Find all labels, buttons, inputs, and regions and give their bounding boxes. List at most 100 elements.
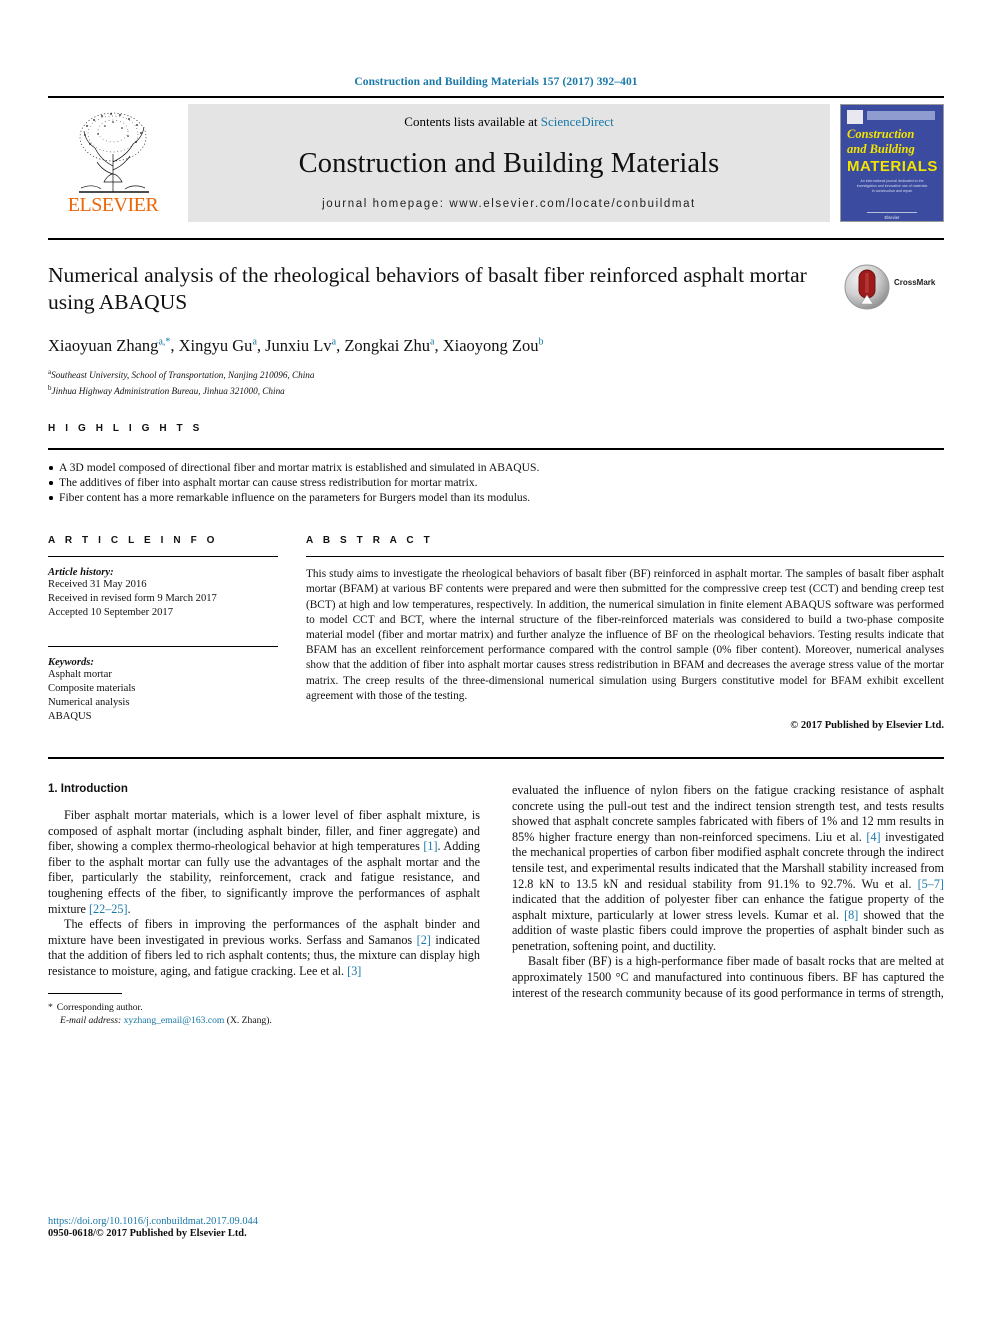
article-info-divider <box>48 556 278 558</box>
email-suffix: (X. Zhang). <box>226 1015 272 1027</box>
journal-cover-thumbnail: Construction and Building MATERIALS An i… <box>840 104 944 222</box>
journal-title: Construction and Building Materials <box>298 148 720 179</box>
highlight-item: A 3D model composed of directional fiber… <box>48 460 944 475</box>
article-history-list: Received 31 May 2016 Received in revised … <box>48 578 278 620</box>
footnote-block: * Corresponding author. E-mail address: x… <box>48 993 480 1027</box>
elsevier-wordmark: ELSEVIER <box>67 194 159 216</box>
journal-banner: ELSEVIER Contents lists available at Sci… <box>48 96 944 228</box>
citation-link[interactable]: [4] <box>866 830 880 844</box>
author-affiliation-mark: a <box>430 336 435 348</box>
affiliation-mark: a <box>48 368 52 376</box>
crossmark-icon <box>844 264 890 310</box>
doi-link[interactable]: https://doi.org/10.1016/j.conbuildmat.20… <box>48 1216 258 1227</box>
page-title: Numerical analysis of the rheological be… <box>48 263 807 314</box>
footnote-star: * <box>48 1002 53 1014</box>
crossmark-label: CrossMark <box>894 278 936 287</box>
section-heading-introduction: 1. Introduction <box>48 782 128 795</box>
article-history-item: Accepted 10 September 2017 <box>48 607 174 619</box>
citation-link[interactable]: [2] <box>417 933 431 947</box>
keywords-divider <box>48 646 278 648</box>
running-head: Construction and Building Materials 157 … <box>354 76 638 88</box>
keyword-item: Numerical analysis <box>48 697 130 709</box>
author-name[interactable]: Xiaoyuan Zhang <box>48 336 158 355</box>
article-info-label: A R T I C L E I N F O <box>48 535 219 547</box>
article-history-label: Article history: <box>48 567 114 579</box>
journal-homepage-link[interactable]: journal homepage: www.elsevier.com/locat… <box>322 198 696 210</box>
citation-link[interactable]: [1] <box>423 839 437 853</box>
abstract-copyright: © 2017 Published by Elsevier Ltd. <box>790 719 944 731</box>
article-history-item: Received in revised form 9 March 2017 <box>48 593 217 605</box>
contents-prefix: Contents lists available at <box>404 114 541 129</box>
citation-link[interactable]: [22–25] <box>89 902 128 916</box>
keywords-list: Asphalt mortar Composite materials Numeric… <box>48 668 278 724</box>
author-name[interactable]: Xingyu Gu <box>179 336 253 355</box>
author-affiliation-mark: a <box>252 336 257 348</box>
cover-top-bar <box>867 111 935 120</box>
keywords-label: Keywords: <box>48 657 94 669</box>
email-note: E-mail address: xyzhang_email@163.com (X… <box>48 1014 480 1027</box>
body-paragraph: Basalt fiber (BF) is a high-performance … <box>512 954 944 1000</box>
crossmark-badge[interactable]: CrossMark <box>844 262 944 397</box>
keyword-item: Asphalt mortar <box>48 669 112 681</box>
author-list: Xiaoyuan Zhanga,*, Xingyu Gua, Junxiu Lv… <box>48 336 544 355</box>
author-name[interactable]: Xiaoyong Zou <box>443 336 539 355</box>
info-abstract-section: A R T I C L E I N F O Article history: R… <box>48 535 944 731</box>
abstract-divider <box>306 556 944 558</box>
keyword-item: ABAQUS <box>48 711 92 723</box>
issn-copyright: 0950-0618/© 2017 Published by Elsevier L… <box>48 1228 247 1239</box>
abstract-text: This study aims to investigate the rheol… <box>306 568 944 702</box>
abstract-label: A B S T R A C T <box>306 535 434 547</box>
cover-divider <box>867 212 917 213</box>
author-name[interactable]: Junxiu Lv <box>265 336 331 355</box>
highlights-list: A 3D model composed of directional fiber… <box>48 460 944 505</box>
highlights-divider <box>48 448 944 451</box>
right-column-paragraphs: evaluated the influence of nylon fibers … <box>512 783 944 1001</box>
corresponding-author-text: Corresponding author. <box>56 1002 143 1014</box>
article-body: 1. Introduction Fiber asphalt mortar mat… <box>48 783 944 1028</box>
title-top-divider <box>48 238 944 240</box>
body-column-right: evaluated the influence of nylon fibers … <box>512 783 944 1028</box>
email-link[interactable]: xyzhang_email@163.com <box>124 1015 225 1026</box>
title-block: Numerical analysis of the rheological be… <box>48 262 944 397</box>
cover-title-line-2: and Building <box>847 142 915 156</box>
author-name[interactable]: Zongkai Zhu <box>344 336 430 355</box>
affiliation-list: aSoutheast University, School of Transpo… <box>48 366 830 397</box>
left-column-paragraphs: Fiber asphalt mortar materials, which is… <box>48 808 480 980</box>
affiliation: bJinhua Highway Administration Bureau, J… <box>48 383 285 396</box>
article-info-column: A R T I C L E I N F O Article history: R… <box>48 535 306 731</box>
email-label: E-mail address: <box>60 1015 122 1027</box>
author-affiliation-mark: a <box>331 336 337 348</box>
body-column-left: 1. Introduction Fiber asphalt mortar mat… <box>48 783 480 1028</box>
body-top-divider <box>48 756 944 759</box>
citation-link[interactable]: [3] <box>347 964 361 978</box>
abstract-column: A B S T R A C T This study aims to inves… <box>306 535 944 731</box>
body-paragraph: evaluated the influence of nylon fibers … <box>512 782 944 953</box>
article-history-item: Received 31 May 2016 <box>48 579 147 591</box>
cover-title-line-1: Construction <box>847 127 915 141</box>
cover-title-line-3: MATERIALS <box>847 158 938 175</box>
journal-article-page: Construction and Building Materials 157 … <box>0 0 992 1323</box>
affiliation: aSoutheast University, School of Transpo… <box>48 368 315 381</box>
highlight-item: Fiber content has a more remarkable infl… <box>48 490 944 505</box>
sciencedirect-link[interactable]: ScienceDirect <box>541 114 614 129</box>
cover-elsevier-mark <box>847 110 863 124</box>
elsevier-logo: ELSEVIER <box>48 98 178 228</box>
cover-footer-text: Elsevier <box>884 215 900 220</box>
highlight-item: The additives of fiber into asphalt mort… <box>48 475 944 490</box>
elsevier-tree-icon <box>79 112 149 193</box>
page-footer: https://doi.org/10.1016/j.conbuildmat.20… <box>48 1216 258 1239</box>
body-paragraph: Fiber asphalt mortar materials, which is… <box>48 807 480 916</box>
highlights-section: H I G H L I G H T S A 3D model composed … <box>48 423 944 505</box>
citation-link[interactable]: [8] <box>844 908 858 922</box>
contents-available-line: Contents lists available at ScienceDirec… <box>404 114 613 130</box>
author-affiliation-mark: b <box>538 336 544 348</box>
highlights-label: H I G H L I G H T S <box>48 423 203 435</box>
corresponding-author-note: * Corresponding author. <box>48 1001 480 1014</box>
affiliation-mark: b <box>48 383 52 392</box>
cover-blurb: An international journal dedicated to th… <box>856 179 928 193</box>
citation-link[interactable]: [5–7] <box>918 877 944 891</box>
body-paragraph: The effects of fibers in improving the p… <box>48 917 481 978</box>
journal-banner-center: Contents lists available at ScienceDirec… <box>188 104 830 222</box>
author-affiliation-mark: a,* <box>158 336 171 348</box>
footnote-divider <box>48 993 122 995</box>
